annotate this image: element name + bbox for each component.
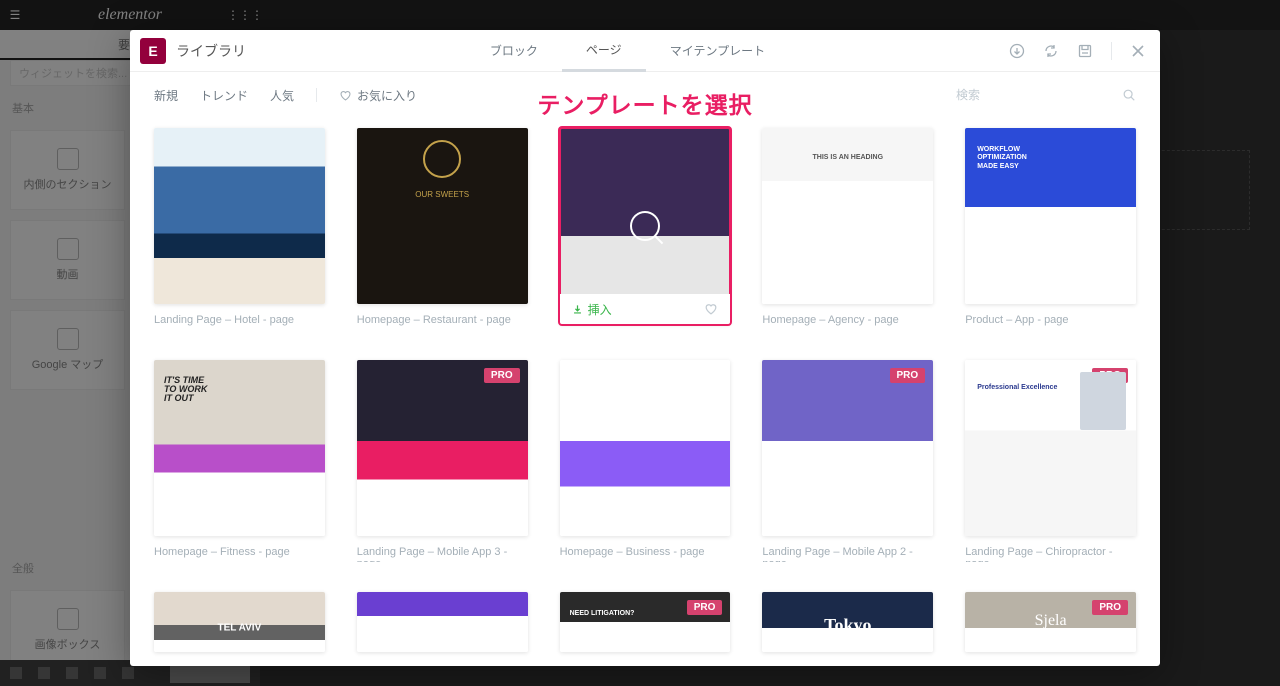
search-input[interactable] bbox=[956, 88, 1122, 102]
template-card[interactable]: 挿入 bbox=[560, 128, 731, 330]
template-caption: Landing Page – Mobile App 2 - page bbox=[762, 546, 933, 562]
sync-icon[interactable] bbox=[1043, 43, 1059, 59]
template-card[interactable] bbox=[154, 592, 325, 652]
search-icon bbox=[1122, 88, 1136, 102]
save-icon[interactable] bbox=[1077, 43, 1093, 59]
template-thumbnail[interactable] bbox=[154, 128, 325, 304]
filter-trend[interactable]: トレンド bbox=[200, 87, 248, 104]
template-thumbnail[interactable] bbox=[357, 592, 528, 652]
modal-toolbar: 新規 トレンド 人気 お気に入り bbox=[130, 72, 1160, 118]
template-thumbnail[interactable]: PRO bbox=[965, 592, 1136, 652]
template-thumbnail[interactable]: PRO bbox=[357, 360, 528, 536]
template-thumbnail[interactable] bbox=[154, 360, 325, 536]
template-thumbnail[interactable] bbox=[762, 128, 933, 304]
template-thumbnail[interactable]: PRO bbox=[560, 592, 731, 652]
filter-favorites[interactable]: お気に入り bbox=[339, 87, 417, 104]
elementor-logo-icon: E bbox=[140, 38, 166, 64]
template-grid-scroll[interactable]: Landing Page – Hotel - page Homepage – Re… bbox=[130, 118, 1160, 666]
tab-my-templates[interactable]: マイテンプレート bbox=[646, 30, 789, 72]
template-thumbnail[interactable] bbox=[357, 128, 528, 304]
template-card[interactable]: Homepage – Business - page bbox=[560, 360, 731, 562]
pro-badge: PRO bbox=[687, 600, 723, 615]
template-card[interactable]: PRO Landing Page – Mobile App 3 - page bbox=[357, 360, 528, 562]
filter-new[interactable]: 新規 bbox=[154, 87, 178, 104]
template-thumbnail[interactable]: PRO bbox=[965, 360, 1136, 536]
template-caption: Landing Page – Hotel - page bbox=[154, 314, 325, 330]
close-icon[interactable] bbox=[1130, 43, 1146, 59]
import-icon[interactable] bbox=[1009, 43, 1025, 59]
template-card[interactable]: PRO bbox=[965, 592, 1136, 652]
pro-badge: PRO bbox=[484, 368, 520, 383]
heart-icon bbox=[339, 89, 352, 102]
template-thumbnail[interactable] bbox=[154, 592, 325, 652]
template-thumbnail[interactable]: PRO bbox=[762, 360, 933, 536]
template-grid: Landing Page – Hotel - page Homepage – Re… bbox=[154, 128, 1136, 652]
template-caption: Landing Page – Mobile App 3 - page bbox=[357, 546, 528, 562]
template-thumbnail[interactable] bbox=[762, 592, 933, 652]
template-card[interactable]: PRO bbox=[560, 592, 731, 652]
template-caption: Homepage – Fitness - page bbox=[154, 546, 325, 562]
modal-header: E ライブラリ ブロック ページ マイテンプレート bbox=[130, 30, 1160, 72]
pro-badge: PRO bbox=[1092, 600, 1128, 615]
template-caption: Homepage – Agency - page bbox=[762, 314, 933, 330]
download-icon bbox=[572, 304, 583, 315]
tab-blocks[interactable]: ブロック bbox=[466, 30, 562, 72]
search-box[interactable] bbox=[956, 81, 1136, 109]
template-caption: Homepage – Business - page bbox=[560, 546, 731, 562]
template-card[interactable]: Homepage – Fitness - page bbox=[154, 360, 325, 562]
template-thumbnail[interactable] bbox=[965, 128, 1136, 304]
template-card[interactable]: Homepage – Agency - page bbox=[762, 128, 933, 330]
template-card[interactable]: PRO Landing Page – Chiropractor - page bbox=[965, 360, 1136, 562]
filter-popular[interactable]: 人気 bbox=[270, 87, 294, 104]
zoom-icon[interactable] bbox=[630, 211, 660, 241]
template-card[interactable]: PRO Landing Page – Mobile App 2 - page bbox=[762, 360, 933, 562]
template-caption: Homepage – Restaurant - page bbox=[357, 314, 528, 330]
template-card[interactable]: Landing Page – Hotel - page bbox=[154, 128, 325, 330]
library-modal: E ライブラリ ブロック ページ マイテンプレート 新規 トレンド 人気 お気に… bbox=[130, 30, 1160, 666]
template-card[interactable]: Homepage – Restaurant - page bbox=[357, 128, 528, 330]
pro-badge: PRO bbox=[890, 368, 926, 383]
template-footer: 挿入 bbox=[560, 294, 731, 324]
template-caption: Landing Page – Chiropractor - page bbox=[965, 546, 1136, 562]
template-card[interactable]: Product – App - page bbox=[965, 128, 1136, 330]
template-thumbnail[interactable] bbox=[560, 360, 731, 536]
template-thumbnail[interactable]: 挿入 bbox=[560, 128, 731, 324]
favorite-icon[interactable] bbox=[704, 302, 718, 316]
tab-pages[interactable]: ページ bbox=[562, 30, 646, 72]
template-card[interactable] bbox=[357, 592, 528, 652]
template-card[interactable] bbox=[762, 592, 933, 652]
modal-title: ライブラリ bbox=[176, 41, 246, 61]
insert-button[interactable]: 挿入 bbox=[572, 301, 612, 318]
template-caption: Product – App - page bbox=[965, 314, 1136, 330]
pro-badge: PRO bbox=[1092, 368, 1128, 383]
